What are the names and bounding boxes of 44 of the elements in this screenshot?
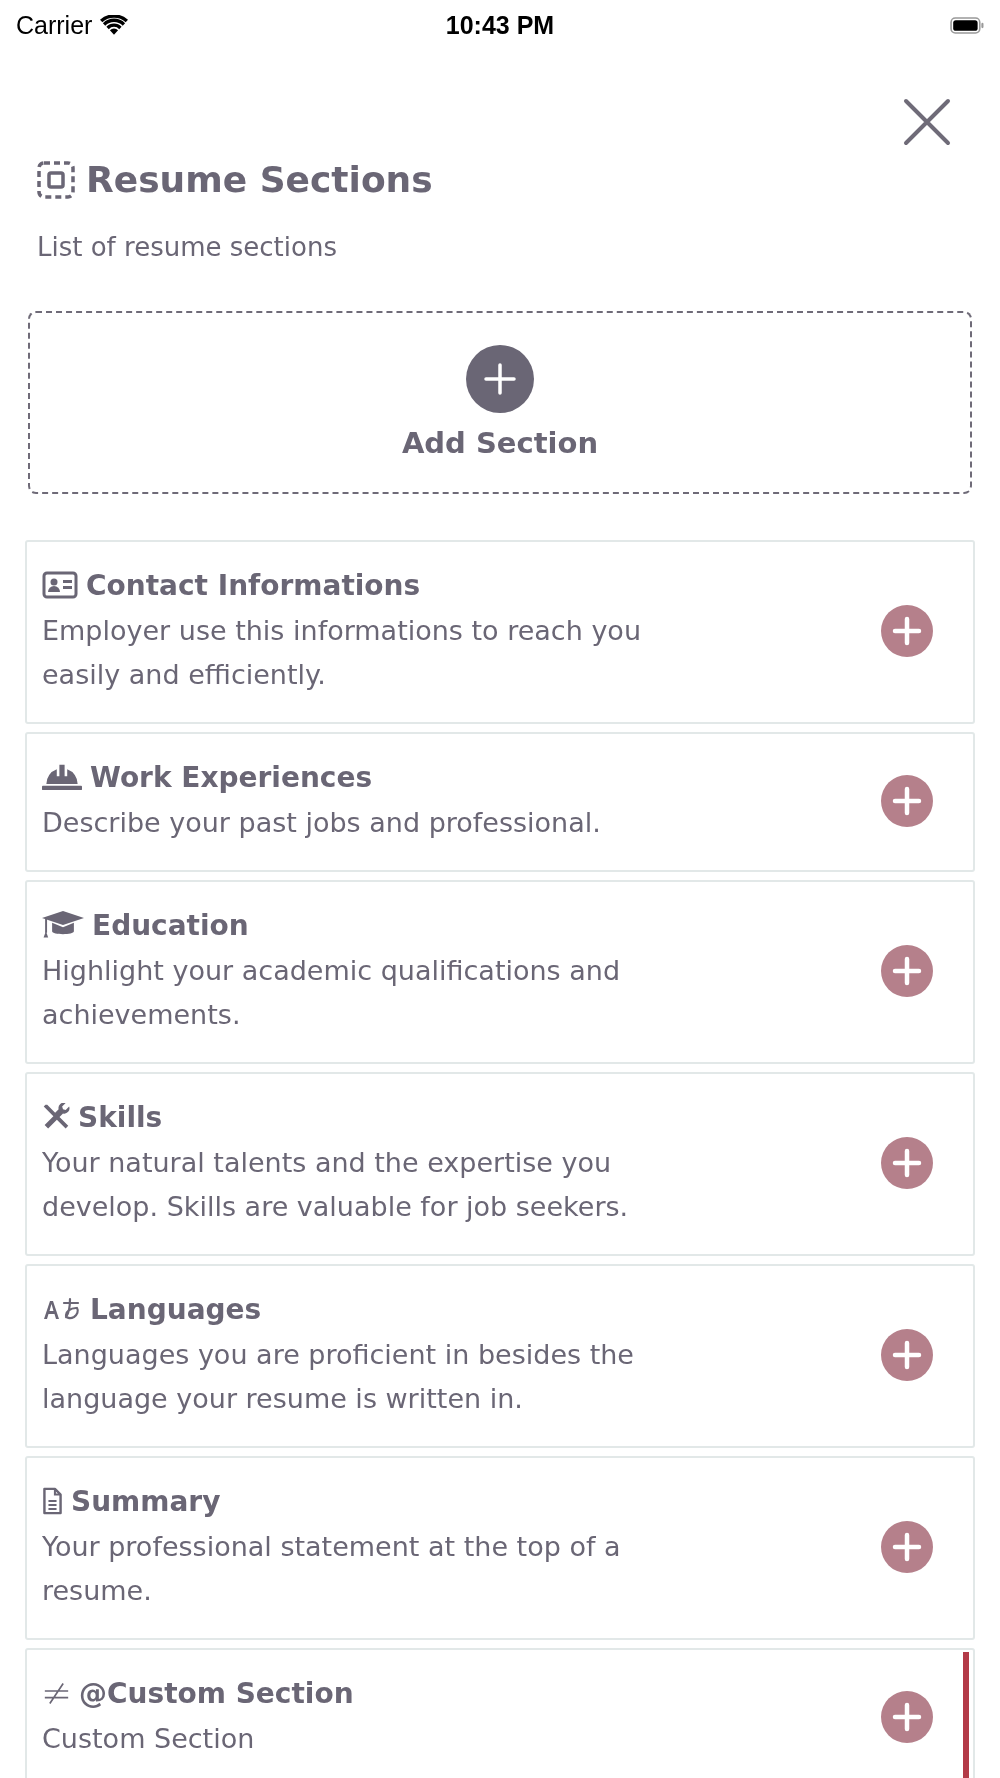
add-button[interactable] <box>881 1137 933 1189</box>
section-card[interactable]: Work Experiences Describe your past jobs and professional. <box>25 732 975 872</box>
section-title: Languages <box>90 1292 262 1326</box>
add-button[interactable] <box>881 1691 933 1743</box>
section-card[interactable]: Skills Your natural talents and the expertise you develop. Skills are valuable for job seekers. <box>25 1072 975 1256</box>
graduation-cap-icon <box>42 911 84 939</box>
add-button[interactable] <box>881 945 933 997</box>
section-title: Skills <box>78 1100 163 1134</box>
section-card[interactable]: Education Highlight your academic qualifications and achievements. <box>25 880 975 1064</box>
section-card[interactable]: Contact Informations Employer use this informations to reach you easily and efficiently. <box>25 540 975 724</box>
section-title: Contact Informations <box>86 568 421 602</box>
page-title: Resume Sections <box>86 158 433 202</box>
section-description: Employer use this informations to reach you easily and efficiently. <box>42 614 642 692</box>
id-card-icon <box>42 571 78 599</box>
close-button[interactable] <box>902 97 952 147</box>
section-title: @Custom Section <box>79 1676 354 1710</box>
add-section-button[interactable]: Add Section <box>28 311 972 494</box>
section-title: Education <box>92 908 249 942</box>
document-icon <box>42 1487 63 1515</box>
section-description: Highlight your academic qualifications and achievements. <box>42 954 622 1032</box>
not-equal-icon <box>42 1680 71 1706</box>
carrier-label: Carrier <box>16 10 93 40</box>
tools-icon <box>42 1103 70 1131</box>
dashed-square-icon <box>36 160 76 200</box>
section-title: Summary <box>71 1484 221 1518</box>
add-button[interactable] <box>881 1329 933 1381</box>
section-card[interactable]: Summary Your professional statement at the top of a resume. <box>25 1456 975 1640</box>
section-card[interactable]: Languages Languages you are proficient in besides the language your resume is written in. <box>25 1264 975 1448</box>
section-description: Custom Section <box>42 1722 256 1756</box>
clock-time: 10:43 PM <box>445 10 555 40</box>
add-button[interactable] <box>881 605 933 657</box>
section-description: Your professional statement at the top of a resume. <box>42 1530 622 1608</box>
wifi-icon <box>100 14 129 36</box>
section-description: Describe your past jobs and professional. <box>42 806 602 840</box>
section-card[interactable]: @Custom Section Custom Section <box>25 1648 975 1778</box>
battery-icon <box>950 16 984 34</box>
section-title: Work Experiences <box>90 760 373 794</box>
section-description: Your natural talents and the expertise you develop. Skills are valuable for job seekers. <box>42 1146 630 1224</box>
section-description: Languages you are proficient in besides the language your resume is written in. <box>42 1338 635 1416</box>
plus-icon <box>465 344 535 414</box>
add-button[interactable] <box>881 775 933 827</box>
add-button[interactable] <box>881 1521 933 1573</box>
helmet-icon <box>42 763 82 791</box>
page-subtitle: List of resume sections <box>36 231 338 264</box>
